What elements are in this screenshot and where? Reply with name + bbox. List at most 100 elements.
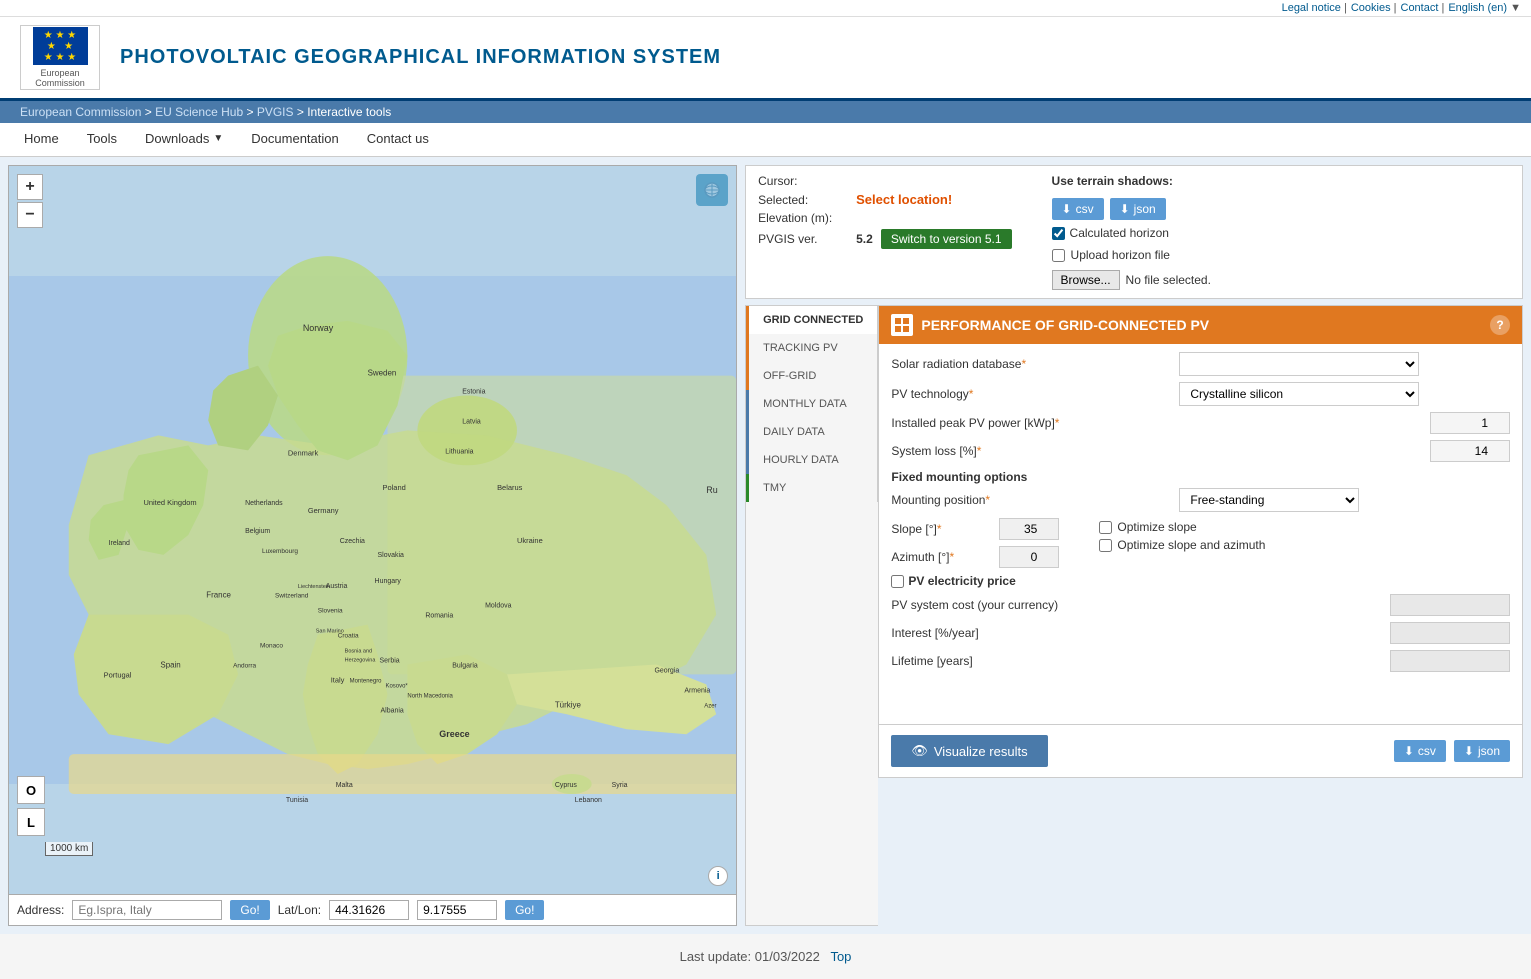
map-scale: 1000 km xyxy=(45,842,93,856)
layers-icon xyxy=(703,181,721,199)
pv-price-checkbox[interactable] xyxy=(891,575,904,588)
pv-system-cost-input[interactable] xyxy=(1390,594,1510,616)
calc-horizon-row: Calculated horizon xyxy=(1052,226,1211,240)
system-loss-input[interactable] xyxy=(1430,440,1510,462)
nav-home[interactable]: Home xyxy=(10,123,73,156)
svg-text:Ru: Ru xyxy=(706,485,717,495)
last-update-text: Last update: 01/03/2022 xyxy=(680,949,820,964)
svg-text:Denmark: Denmark xyxy=(288,448,319,457)
main-nav: Home Tools Downloads ▼ Documentation Con… xyxy=(0,123,1531,157)
svg-text:North Macedonia: North Macedonia xyxy=(407,693,453,699)
lifetime-row: Lifetime [years] xyxy=(891,650,1510,672)
map-layer-toggle[interactable] xyxy=(696,174,728,206)
map-container[interactable]: Norway Sweden United Kingdom Ireland Den… xyxy=(8,165,737,895)
svg-text:Türkiye: Türkiye xyxy=(555,700,582,709)
svg-text:Lithuania: Lithuania xyxy=(445,448,473,455)
peak-power-input[interactable] xyxy=(1430,412,1510,434)
panel-header: PERFORMANCE OF GRID-CONNECTED PV ? xyxy=(879,306,1522,344)
nav-documentation[interactable]: Documentation xyxy=(237,123,352,156)
breadcrumb-pvgis[interactable]: PVGIS xyxy=(257,105,294,119)
svg-text:France: France xyxy=(206,591,231,600)
csv-download-top[interactable]: ⬇ csv xyxy=(1052,198,1104,220)
nav-downloads[interactable]: Downloads ▼ xyxy=(131,123,237,156)
tab-monthly-data[interactable]: MONTHLY DATA xyxy=(746,390,878,418)
svg-text:Romania: Romania xyxy=(425,613,453,620)
page-footer: Last update: 01/03/2022 Top xyxy=(0,934,1531,979)
svg-text:Estonia: Estonia xyxy=(462,389,485,396)
azimuth-label: Azimuth [°]* xyxy=(891,550,991,564)
panel-help-button[interactable]: ? xyxy=(1490,315,1510,335)
map-info-button[interactable]: i xyxy=(708,866,728,886)
tab-hourly-data[interactable]: HOURLY DATA xyxy=(746,446,878,474)
breadcrumb-hub[interactable]: EU Science Hub xyxy=(155,105,243,119)
tab-off-grid[interactable]: OFF-GRID xyxy=(746,362,878,390)
json-download-bottom[interactable]: ⬇ json xyxy=(1454,740,1510,762)
zoom-in-button[interactable]: + xyxy=(17,174,43,200)
contact-link[interactable]: Contact xyxy=(1401,2,1439,14)
svg-text:Sweden: Sweden xyxy=(368,369,397,378)
lifetime-input[interactable] xyxy=(1390,650,1510,672)
tab-tracking-pv[interactable]: TRACKING PV xyxy=(746,334,878,362)
address-input[interactable] xyxy=(72,900,222,920)
tab-nav: GRID CONNECTED TRACKING PV OFF-GRID MONT… xyxy=(745,305,878,926)
svg-text:Greece: Greece xyxy=(439,729,469,739)
svg-text:Kosovo*: Kosovo* xyxy=(386,683,409,689)
terrain-section: Use terrain shadows: ⬇ csv ⬇ json Calcul… xyxy=(1052,174,1211,290)
optimize-slope-azimuth-checkbox[interactable] xyxy=(1099,539,1112,552)
pv-technology-row: PV technology* Crystalline silicon xyxy=(891,382,1510,406)
select-location-text[interactable]: Select location! xyxy=(856,192,952,207)
svg-text:San Marino: San Marino xyxy=(316,629,344,635)
download-icon-top-json: ⬇ xyxy=(1120,202,1130,216)
calc-horizon-checkbox[interactable] xyxy=(1052,227,1065,240)
solar-radiation-label: Solar radiation database* xyxy=(891,357,1171,371)
map-o-button[interactable]: O xyxy=(17,776,45,804)
cursor-info-row: Cursor: Selected: Select location! Eleva… xyxy=(745,165,1523,299)
svg-text:Monaco: Monaco xyxy=(260,643,283,650)
site-title: PHOTOVOLTAIC GEOGRAPHICAL INFORMATION SY… xyxy=(120,46,721,69)
language-link[interactable]: English (en) xyxy=(1448,2,1507,14)
svg-text:Bosnia and: Bosnia and xyxy=(345,649,372,655)
svg-text:Netherlands: Netherlands xyxy=(245,500,283,507)
map-svg[interactable]: Norway Sweden United Kingdom Ireland Den… xyxy=(9,166,736,894)
nav-contact[interactable]: Contact us xyxy=(353,123,443,156)
svg-text:Poland: Poland xyxy=(383,483,406,492)
map-l-button[interactable]: L xyxy=(17,808,45,836)
json-download-top[interactable]: ⬇ json xyxy=(1110,198,1166,220)
browse-button[interactable]: Browse... xyxy=(1052,270,1120,290)
csv-download-bottom[interactable]: ⬇ csv xyxy=(1394,740,1446,762)
mounting-position-select[interactable]: Free-standing xyxy=(1179,488,1359,512)
legal-notice-link[interactable]: Legal notice xyxy=(1282,2,1341,14)
optimize-slope-checkbox[interactable] xyxy=(1099,521,1112,534)
breadcrumb: European Commission > EU Science Hub > P… xyxy=(0,101,1531,123)
peak-power-row: Installed peak PV power [kWp]* xyxy=(891,412,1510,434)
upload-horizon-checkbox[interactable] xyxy=(1052,249,1065,262)
latlon-label: Lat/Lon: xyxy=(278,903,321,917)
action-bar: 👁 Visualize results ⬇ csv ⬇ json xyxy=(878,725,1523,778)
latitude-input[interactable] xyxy=(329,900,409,920)
solar-radiation-select[interactable] xyxy=(1179,352,1419,376)
visualize-button[interactable]: 👁 Visualize results xyxy=(891,735,1047,767)
zoom-out-button[interactable]: − xyxy=(17,202,43,228)
system-loss-row: System loss [%]* xyxy=(891,440,1510,462)
selected-label: Selected: xyxy=(758,193,848,207)
tab-tmy[interactable]: TMY xyxy=(746,474,878,502)
tab-daily-data[interactable]: DAILY DATA xyxy=(746,418,878,446)
slope-input[interactable] xyxy=(999,518,1059,540)
tab-grid-connected[interactable]: GRID CONNECTED xyxy=(746,306,878,334)
fixed-mounting-title: Fixed mounting options xyxy=(891,470,1510,484)
top-link[interactable]: Top xyxy=(830,949,851,964)
longitude-input[interactable] xyxy=(417,900,497,920)
pv-technology-select[interactable]: Crystalline silicon xyxy=(1179,382,1419,406)
cookies-link[interactable]: Cookies xyxy=(1351,2,1391,14)
pv-price-row: PV electricity price xyxy=(891,574,1510,588)
breadcrumb-home[interactable]: European Commission xyxy=(20,105,141,119)
header: ★ ★ ★★ ★★ ★ ★ EuropeanCommission PHOTOVO… xyxy=(0,17,1531,101)
pv-system-cost-label: PV system cost (your currency) xyxy=(891,598,1171,612)
nav-tools[interactable]: Tools xyxy=(73,123,131,156)
azimuth-input[interactable] xyxy=(999,546,1059,568)
interest-input[interactable] xyxy=(1390,622,1510,644)
latlon-go-button[interactable]: Go! xyxy=(505,900,544,920)
switch-version-button[interactable]: Switch to version 5.1 xyxy=(881,229,1012,249)
panel-title: PERFORMANCE OF GRID-CONNECTED PV xyxy=(921,317,1209,333)
address-go-button[interactable]: Go! xyxy=(230,900,269,920)
